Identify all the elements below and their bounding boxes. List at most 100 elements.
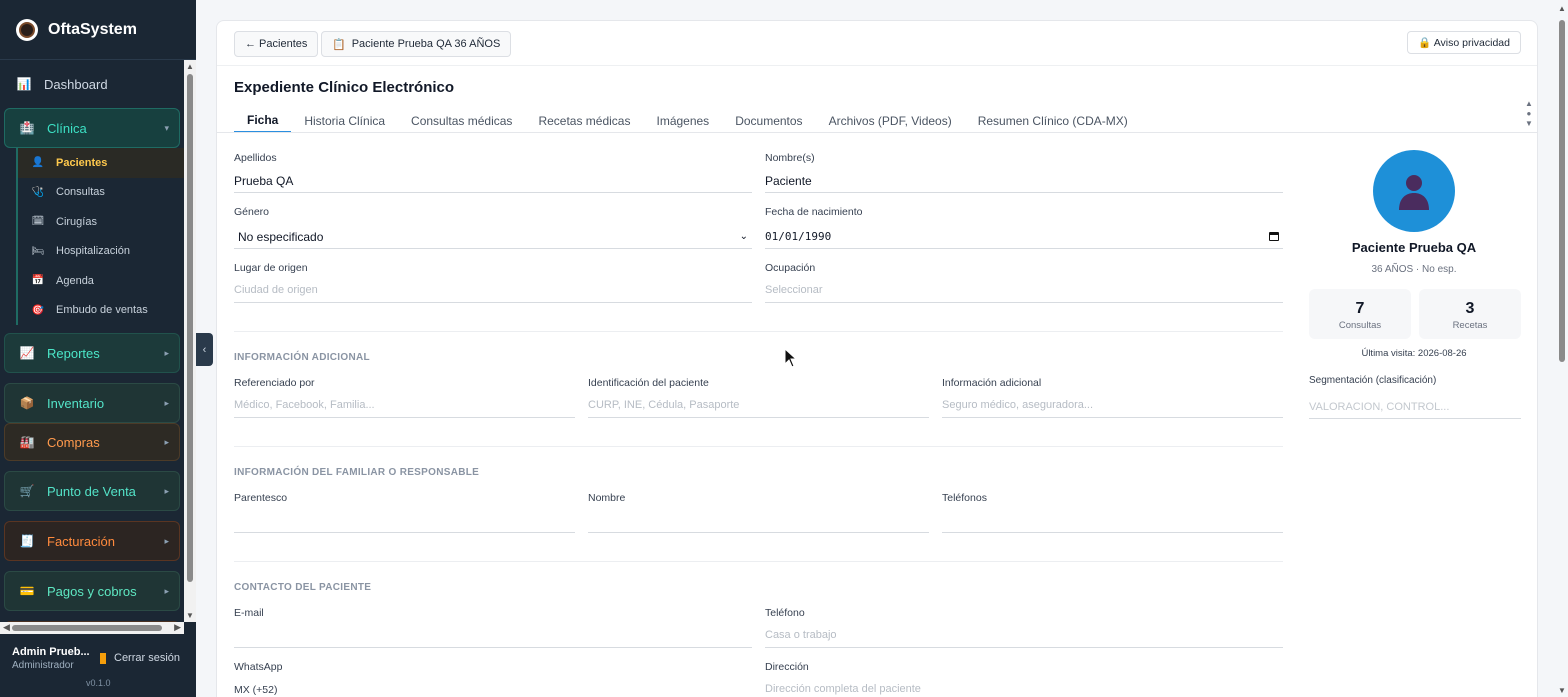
sidebar-group-punto-de-venta[interactable]: 🛒 Punto de Venta ▸	[4, 471, 180, 511]
target-icon: 🎯	[31, 304, 45, 316]
eye-logo-icon	[16, 18, 38, 41]
sidebar-nav: 📊 Dashboard 🏥 Clínica ▾ 👤 Pacientes 🩺 Co…	[0, 60, 184, 622]
sidebar-group-reportes[interactable]: 📈 Reportes ▸	[4, 333, 180, 373]
tabs-scroll-control[interactable]: ▲ ● ▼	[1525, 99, 1533, 129]
whatsapp-label: WhatsApp	[234, 661, 283, 673]
lugar-origen-label: Lugar de origen	[234, 262, 308, 274]
tabs-divider	[217, 132, 1537, 133]
logout-button[interactable]: Cerrar sesión	[100, 652, 180, 664]
surgery-icon: 🗓	[31, 216, 45, 228]
tab-consultas-medicas[interactable]: Consultas médicas	[398, 109, 525, 133]
record-tabs: Ficha Historia Clínica Consultas médicas…	[234, 109, 1141, 133]
credit-card-icon: 💳	[19, 584, 35, 598]
sidebar-item-cirugias[interactable]: 🗓 Cirugías	[18, 207, 184, 237]
tab-recetas-medicas[interactable]: Recetas médicas	[525, 109, 643, 133]
apellidos-input[interactable]: Prueba QA	[234, 171, 752, 193]
genero-label: Género	[234, 206, 270, 218]
section-divider	[234, 446, 1283, 447]
genero-selected-value: No especificado	[238, 229, 324, 244]
scroll-up-icon[interactable]: ▲	[1558, 4, 1566, 13]
scroll-down-icon[interactable]: ▼	[186, 611, 194, 620]
patient-chip-label: Paciente Prueba QA 36 AÑOS	[351, 38, 501, 50]
sidebar-vertical-scrollbar[interactable]: ▲ ▼	[184, 60, 196, 622]
bed-icon: 🛏	[31, 245, 45, 257]
info-adicional-input[interactable]: Seguro médico, aseguradora...	[942, 396, 1283, 418]
sidebar-group-compras[interactable]: 🏭 Compras ▸	[4, 423, 180, 461]
mouse-cursor-icon	[784, 348, 798, 368]
hospital-icon: 🏥	[19, 121, 35, 135]
nombres-input[interactable]: Paciente	[765, 171, 1283, 193]
lugar-origen-input[interactable]: Ciudad de origen	[234, 281, 752, 303]
parentesco-label: Parentesco	[234, 492, 288, 504]
scroll-down-icon[interactable]: ▼	[1558, 686, 1566, 695]
parentesco-input[interactable]	[234, 511, 575, 533]
scroll-up-icon[interactable]: ▲	[186, 62, 194, 71]
consultas-stat-label: Consultas	[1338, 320, 1382, 331]
record-topbar: ← Pacientes 📋 Paciente Prueba QA 36 AÑOS…	[217, 21, 1537, 66]
user-panel: Admin Prueb... Administrador Cerrar sesi…	[0, 634, 196, 697]
scrollbar-thumb[interactable]	[187, 74, 193, 582]
tab-ficha[interactable]: Ficha	[234, 109, 292, 133]
sidebar-group-clinica[interactable]: 🏥 Clínica ▾	[4, 108, 180, 148]
telefono-input[interactable]: Casa o trabajo	[765, 626, 1283, 648]
tab-imagenes[interactable]: Imágenes	[643, 109, 722, 133]
patient-chip[interactable]: 📋 Paciente Prueba QA 36 AÑOS	[321, 31, 512, 57]
box-icon: 📦	[19, 396, 35, 410]
tab-documentos[interactable]: Documentos	[722, 109, 815, 133]
email-input[interactable]	[234, 626, 752, 648]
familiar-telefonos-input[interactable]	[942, 511, 1283, 533]
page-vertical-scrollbar[interactable]: ▲ ▼	[1556, 0, 1568, 697]
collapse-sidebar-button[interactable]: ‹	[196, 333, 213, 366]
familiar-nombre-input[interactable]	[588, 511, 929, 533]
sidebar-item-embudo[interactable]: 🎯 Embudo de ventas	[18, 296, 184, 326]
sidebar-item-dashboard[interactable]: 📊 Dashboard	[0, 60, 184, 108]
sidebar-group-pagos[interactable]: 💳 Pagos y cobros ▸	[4, 571, 180, 611]
sidebar-group-facturacion[interactable]: 🧾 Facturación ▸	[4, 521, 180, 561]
recetas-stat[interactable]: 3 Recetas	[1419, 289, 1521, 339]
door-icon	[100, 652, 106, 664]
sidebar-item-label: Dashboard	[44, 76, 108, 92]
scrollbar-thumb[interactable]	[1559, 20, 1565, 362]
fecha-nacimiento-input[interactable]: 01/01/1990	[765, 225, 1283, 249]
sidebar-item-pacientes[interactable]: 👤 Pacientes	[18, 148, 184, 178]
referenciado-input[interactable]: Médico, Facebook, Familia...	[234, 396, 575, 418]
sidebar-group-label: Pagos y cobros	[47, 583, 137, 599]
sidebar-item-consultas[interactable]: 🩺 Consultas	[18, 178, 184, 208]
privacy-notice-button[interactable]: 🔒 Aviso privacidad	[1407, 31, 1521, 54]
chevron-right-icon: ▸	[164, 535, 169, 546]
direccion-input[interactable]: Dirección completa del paciente	[765, 680, 1283, 697]
fecha-nacimiento-label: Fecha de nacimiento	[765, 206, 863, 218]
section-divider	[234, 561, 1283, 562]
sidebar-group-inventario[interactable]: 📦 Inventario ▸	[4, 383, 180, 423]
back-to-patients-button[interactable]: ← Pacientes	[234, 31, 319, 57]
segmentacion-input[interactable]: VALORACION, CONTROL...	[1309, 397, 1521, 419]
patient-meta: 36 AÑOS · No esp.	[1371, 264, 1457, 275]
genero-select[interactable]: No especificado ⌄	[234, 225, 752, 249]
whatsapp-country-code[interactable]: MX (+52)	[234, 681, 434, 697]
tab-resumen-clinico[interactable]: Resumen Clínico (CDA-MX)	[965, 109, 1141, 133]
consultas-stat[interactable]: 7 Consultas	[1309, 289, 1411, 339]
sidebar-item-hospitalizacion[interactable]: 🛏 Hospitalización	[18, 237, 184, 267]
recetas-count: 3	[1465, 300, 1475, 317]
chevron-right-icon: ▸	[164, 436, 169, 447]
ocupacion-input[interactable]: Seleccionar	[765, 281, 1283, 303]
sidebar-group-label: Clínica	[47, 120, 87, 136]
fecha-nacimiento-value: 01/01/1990	[765, 230, 832, 243]
nombres-label: Nombre(s)	[765, 152, 815, 164]
calendar-icon[interactable]	[1269, 232, 1279, 241]
sidebar-horizontal-scrollbar[interactable]: ◀ ▶	[0, 622, 184, 634]
patient-avatar	[1373, 150, 1455, 232]
brand[interactable]: OftaSystem	[0, 0, 196, 60]
sidebar-item-label: Consultas	[56, 186, 105, 199]
scroll-right-icon[interactable]: ▶	[174, 622, 181, 633]
identificacion-input[interactable]: CURP, INE, Cédula, Pasaporte	[588, 396, 929, 418]
identificacion-label: Identificación del paciente	[588, 377, 709, 389]
sidebar-item-agenda[interactable]: 📅 Agenda	[18, 266, 184, 296]
scroll-left-icon[interactable]: ◀	[3, 622, 10, 633]
tab-archivos[interactable]: Archivos (PDF, Videos)	[816, 109, 965, 133]
scrollbar-thumb[interactable]	[12, 625, 162, 631]
consultas-count: 7	[1355, 300, 1365, 317]
tab-historia-clinica[interactable]: Historia Clínica	[291, 109, 398, 133]
sidebar-item-label: Agenda	[56, 274, 94, 287]
person-icon: 👤	[31, 157, 45, 169]
